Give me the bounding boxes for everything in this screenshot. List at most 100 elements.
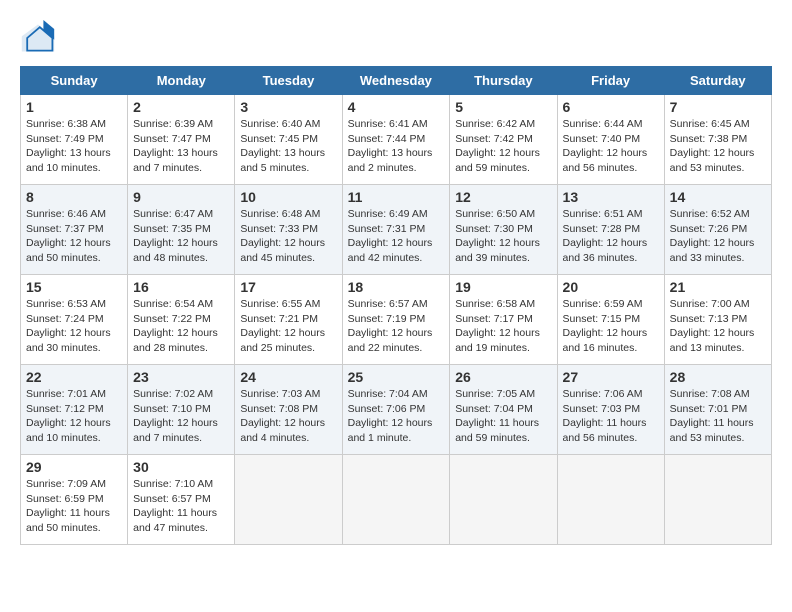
calendar-week-4: 22 Sunrise: 7:01 AMSunset: 7:12 PMDaylig…: [21, 365, 772, 455]
logo-icon: [20, 20, 56, 56]
calendar-cell: [664, 455, 771, 545]
calendar-week-1: 1 Sunrise: 6:38 AMSunset: 7:49 PMDayligh…: [21, 95, 772, 185]
day-header-tuesday: Tuesday: [235, 67, 342, 95]
cell-content: Sunrise: 6:44 AMSunset: 7:40 PMDaylight:…: [563, 117, 659, 176]
day-number: 2: [133, 99, 229, 115]
day-number: 9: [133, 189, 229, 205]
day-number: 22: [26, 369, 122, 385]
cell-content: Sunrise: 6:41 AMSunset: 7:44 PMDaylight:…: [348, 117, 445, 176]
calendar-week-5: 29 Sunrise: 7:09 AMSunset: 6:59 PMDaylig…: [21, 455, 772, 545]
cell-content: Sunrise: 7:06 AMSunset: 7:03 PMDaylight:…: [563, 387, 659, 446]
day-number: 5: [455, 99, 551, 115]
day-number: 13: [563, 189, 659, 205]
day-number: 10: [240, 189, 336, 205]
calendar-cell: 28 Sunrise: 7:08 AMSunset: 7:01 PMDaylig…: [664, 365, 771, 455]
day-number: 28: [670, 369, 766, 385]
cell-content: Sunrise: 6:42 AMSunset: 7:42 PMDaylight:…: [455, 117, 551, 176]
calendar-cell: [342, 455, 450, 545]
calendar-cell: 3 Sunrise: 6:40 AMSunset: 7:45 PMDayligh…: [235, 95, 342, 185]
day-number: 4: [348, 99, 445, 115]
cell-content: Sunrise: 7:04 AMSunset: 7:06 PMDaylight:…: [348, 387, 445, 446]
cell-content: Sunrise: 6:40 AMSunset: 7:45 PMDaylight:…: [240, 117, 336, 176]
calendar-cell: 25 Sunrise: 7:04 AMSunset: 7:06 PMDaylig…: [342, 365, 450, 455]
calendar-cell: 12 Sunrise: 6:50 AMSunset: 7:30 PMDaylig…: [450, 185, 557, 275]
day-number: 15: [26, 279, 122, 295]
calendar-cell: 6 Sunrise: 6:44 AMSunset: 7:40 PMDayligh…: [557, 95, 664, 185]
cell-content: Sunrise: 6:51 AMSunset: 7:28 PMDaylight:…: [563, 207, 659, 266]
cell-content: Sunrise: 6:54 AMSunset: 7:22 PMDaylight:…: [133, 297, 229, 356]
calendar-cell: 11 Sunrise: 6:49 AMSunset: 7:31 PMDaylig…: [342, 185, 450, 275]
calendar-table: SundayMondayTuesdayWednesdayThursdayFrid…: [20, 66, 772, 545]
cell-content: Sunrise: 6:59 AMSunset: 7:15 PMDaylight:…: [563, 297, 659, 356]
day-header-saturday: Saturday: [664, 67, 771, 95]
day-number: 12: [455, 189, 551, 205]
cell-content: Sunrise: 6:48 AMSunset: 7:33 PMDaylight:…: [240, 207, 336, 266]
day-number: 24: [240, 369, 336, 385]
cell-content: Sunrise: 7:03 AMSunset: 7:08 PMDaylight:…: [240, 387, 336, 446]
calendar-week-3: 15 Sunrise: 6:53 AMSunset: 7:24 PMDaylig…: [21, 275, 772, 365]
day-number: 17: [240, 279, 336, 295]
day-number: 18: [348, 279, 445, 295]
cell-content: Sunrise: 6:49 AMSunset: 7:31 PMDaylight:…: [348, 207, 445, 266]
day-number: 26: [455, 369, 551, 385]
day-number: 8: [26, 189, 122, 205]
cell-content: Sunrise: 6:46 AMSunset: 7:37 PMDaylight:…: [26, 207, 122, 266]
calendar-cell: 26 Sunrise: 7:05 AMSunset: 7:04 PMDaylig…: [450, 365, 557, 455]
day-number: 21: [670, 279, 766, 295]
calendar-cell: 19 Sunrise: 6:58 AMSunset: 7:17 PMDaylig…: [450, 275, 557, 365]
calendar-cell: 14 Sunrise: 6:52 AMSunset: 7:26 PMDaylig…: [664, 185, 771, 275]
cell-content: Sunrise: 7:02 AMSunset: 7:10 PMDaylight:…: [133, 387, 229, 446]
day-number: 11: [348, 189, 445, 205]
day-header-thursday: Thursday: [450, 67, 557, 95]
day-number: 1: [26, 99, 122, 115]
calendar-cell: 13 Sunrise: 6:51 AMSunset: 7:28 PMDaylig…: [557, 185, 664, 275]
calendar-body: 1 Sunrise: 6:38 AMSunset: 7:49 PMDayligh…: [21, 95, 772, 545]
cell-content: Sunrise: 6:45 AMSunset: 7:38 PMDaylight:…: [670, 117, 766, 176]
calendar-cell: [235, 455, 342, 545]
cell-content: Sunrise: 6:57 AMSunset: 7:19 PMDaylight:…: [348, 297, 445, 356]
calendar-cell: 8 Sunrise: 6:46 AMSunset: 7:37 PMDayligh…: [21, 185, 128, 275]
cell-content: Sunrise: 6:53 AMSunset: 7:24 PMDaylight:…: [26, 297, 122, 356]
calendar-cell: [557, 455, 664, 545]
calendar-cell: 17 Sunrise: 6:55 AMSunset: 7:21 PMDaylig…: [235, 275, 342, 365]
cell-content: Sunrise: 6:52 AMSunset: 7:26 PMDaylight:…: [670, 207, 766, 266]
day-header-wednesday: Wednesday: [342, 67, 450, 95]
day-number: 7: [670, 99, 766, 115]
calendar-cell: 18 Sunrise: 6:57 AMSunset: 7:19 PMDaylig…: [342, 275, 450, 365]
calendar-cell: 21 Sunrise: 7:00 AMSunset: 7:13 PMDaylig…: [664, 275, 771, 365]
calendar-cell: 4 Sunrise: 6:41 AMSunset: 7:44 PMDayligh…: [342, 95, 450, 185]
day-header-sunday: Sunday: [21, 67, 128, 95]
calendar-cell: 5 Sunrise: 6:42 AMSunset: 7:42 PMDayligh…: [450, 95, 557, 185]
calendar-cell: 9 Sunrise: 6:47 AMSunset: 7:35 PMDayligh…: [128, 185, 235, 275]
cell-content: Sunrise: 7:01 AMSunset: 7:12 PMDaylight:…: [26, 387, 122, 446]
cell-content: Sunrise: 6:55 AMSunset: 7:21 PMDaylight:…: [240, 297, 336, 356]
cell-content: Sunrise: 6:50 AMSunset: 7:30 PMDaylight:…: [455, 207, 551, 266]
calendar-cell: 7 Sunrise: 6:45 AMSunset: 7:38 PMDayligh…: [664, 95, 771, 185]
day-number: 6: [563, 99, 659, 115]
cell-content: Sunrise: 7:05 AMSunset: 7:04 PMDaylight:…: [455, 387, 551, 446]
day-number: 16: [133, 279, 229, 295]
calendar-cell: 29 Sunrise: 7:09 AMSunset: 6:59 PMDaylig…: [21, 455, 128, 545]
cell-content: Sunrise: 6:47 AMSunset: 7:35 PMDaylight:…: [133, 207, 229, 266]
cell-content: Sunrise: 7:09 AMSunset: 6:59 PMDaylight:…: [26, 477, 122, 536]
calendar-cell: 27 Sunrise: 7:06 AMSunset: 7:03 PMDaylig…: [557, 365, 664, 455]
logo: [20, 20, 62, 56]
calendar-cell: 1 Sunrise: 6:38 AMSunset: 7:49 PMDayligh…: [21, 95, 128, 185]
cell-content: Sunrise: 7:10 AMSunset: 6:57 PMDaylight:…: [133, 477, 229, 536]
cell-content: Sunrise: 6:58 AMSunset: 7:17 PMDaylight:…: [455, 297, 551, 356]
cell-content: Sunrise: 7:08 AMSunset: 7:01 PMDaylight:…: [670, 387, 766, 446]
calendar-week-2: 8 Sunrise: 6:46 AMSunset: 7:37 PMDayligh…: [21, 185, 772, 275]
day-number: 25: [348, 369, 445, 385]
cell-content: Sunrise: 6:39 AMSunset: 7:47 PMDaylight:…: [133, 117, 229, 176]
calendar-cell: 20 Sunrise: 6:59 AMSunset: 7:15 PMDaylig…: [557, 275, 664, 365]
day-number: 3: [240, 99, 336, 115]
day-number: 27: [563, 369, 659, 385]
day-number: 20: [563, 279, 659, 295]
calendar-cell: 2 Sunrise: 6:39 AMSunset: 7:47 PMDayligh…: [128, 95, 235, 185]
cell-content: Sunrise: 6:38 AMSunset: 7:49 PMDaylight:…: [26, 117, 122, 176]
day-header-monday: Monday: [128, 67, 235, 95]
cell-content: Sunrise: 7:00 AMSunset: 7:13 PMDaylight:…: [670, 297, 766, 356]
calendar-cell: [450, 455, 557, 545]
calendar-cell: 22 Sunrise: 7:01 AMSunset: 7:12 PMDaylig…: [21, 365, 128, 455]
calendar-cell: 16 Sunrise: 6:54 AMSunset: 7:22 PMDaylig…: [128, 275, 235, 365]
